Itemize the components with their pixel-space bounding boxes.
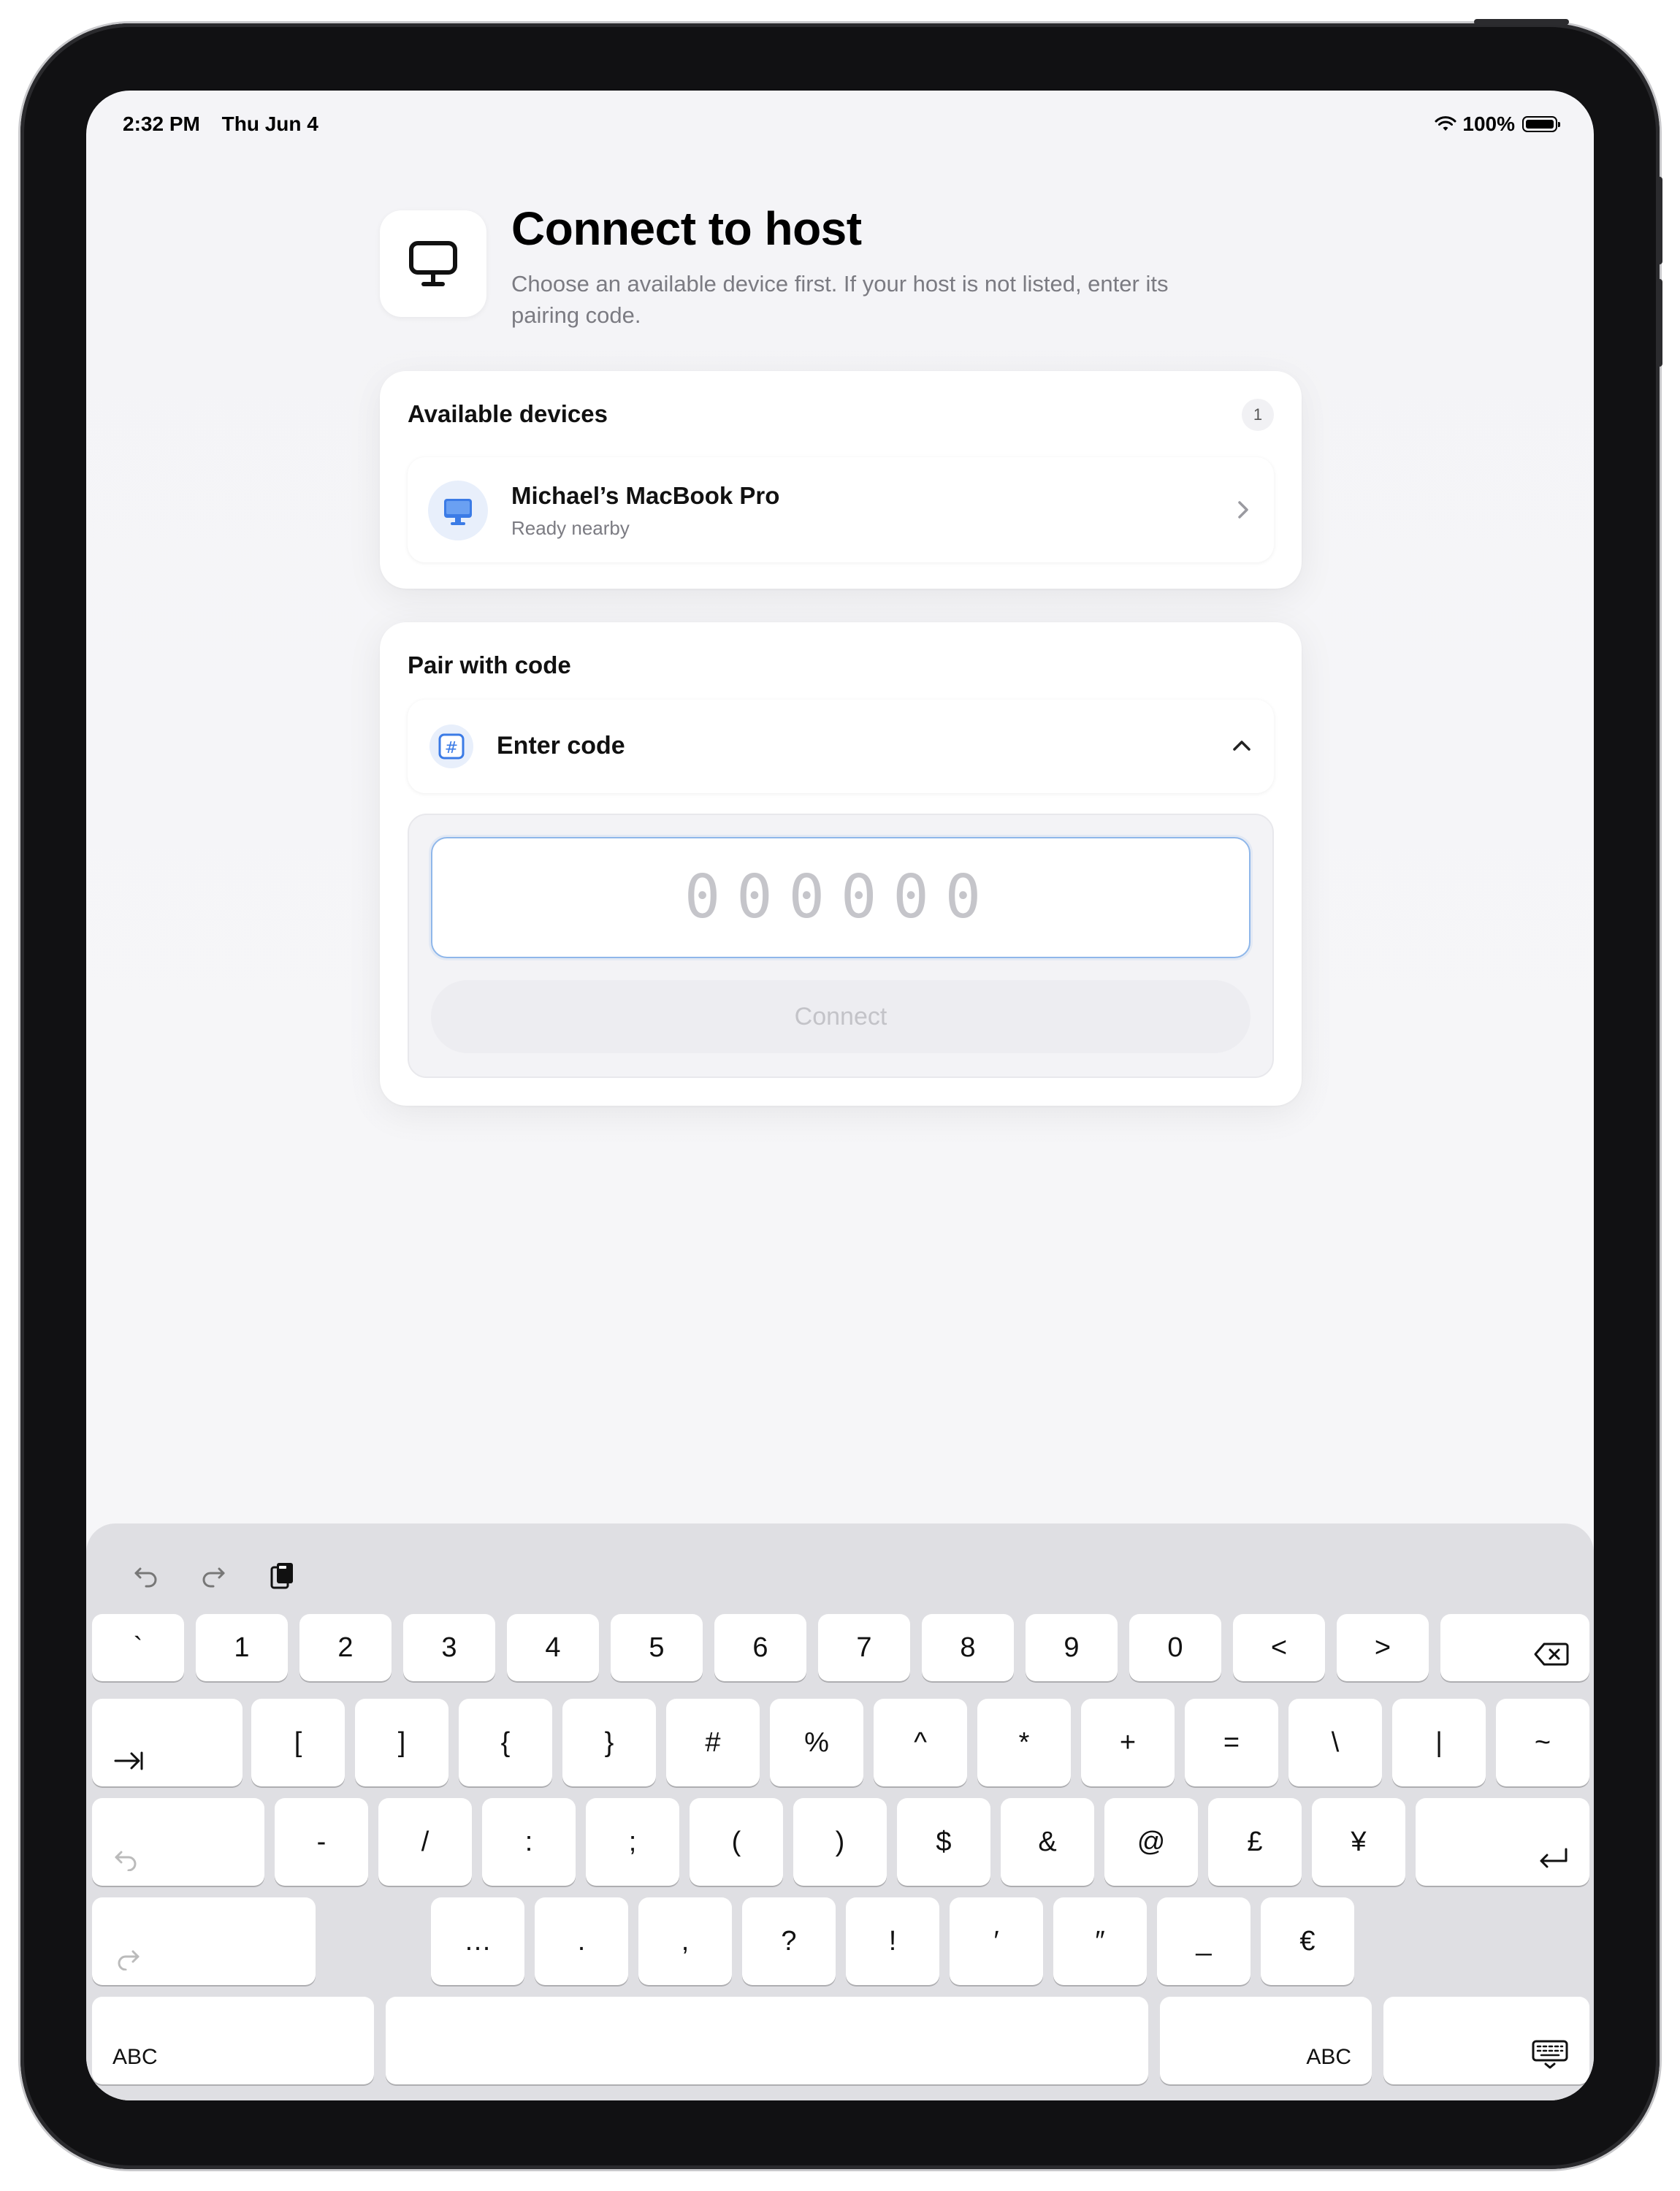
tab-icon: [114, 1751, 143, 1770]
key-6[interactable]: 6: [714, 1614, 806, 1681]
key-asterisk[interactable]: *: [977, 1699, 1071, 1786]
key-close-bracket[interactable]: ]: [355, 1699, 448, 1786]
connect-button[interactable]: Connect: [431, 980, 1251, 1053]
undo-key-icon: [115, 1851, 137, 1871]
undo-icon[interactable]: [130, 1559, 162, 1591]
key-9[interactable]: 9: [1026, 1614, 1118, 1681]
key-close-brace[interactable]: }: [562, 1699, 656, 1786]
key-ellipsis[interactable]: …: [431, 1897, 524, 1985]
volume-down-button: [1657, 279, 1662, 367]
key-0[interactable]: 0: [1129, 1614, 1221, 1681]
key-semicolon[interactable]: ;: [586, 1798, 679, 1886]
key-percent[interactable]: %: [770, 1699, 863, 1786]
keyboard-dismiss-icon: [1532, 2040, 1568, 2069]
abc-key-right[interactable]: ABC: [1160, 1997, 1372, 2084]
key-close-paren[interactable]: ): [793, 1798, 887, 1886]
backspace-icon: [1534, 1643, 1569, 1666]
key-dollar[interactable]: $: [897, 1798, 990, 1886]
key-exclamation[interactable]: !: [846, 1897, 939, 1985]
key-underscore[interactable]: _: [1157, 1897, 1251, 1985]
key-plus[interactable]: +: [1081, 1699, 1175, 1786]
redo-key-icon: [118, 1950, 140, 1970]
key-ampersand[interactable]: &: [1001, 1798, 1094, 1886]
key-open-bracket[interactable]: [: [251, 1699, 345, 1786]
keyboard-toolbar: [130, 1553, 297, 1597]
battery-percent: 100%: [1462, 112, 1515, 135]
key-pound[interactable]: £: [1208, 1798, 1302, 1886]
abc-key-left[interactable]: ABC: [92, 1997, 374, 2084]
key-euro[interactable]: €: [1261, 1897, 1354, 1985]
enter-code-toggle[interactable]: # Enter code: [408, 700, 1274, 793]
return-icon: [1540, 1848, 1568, 1868]
key-2[interactable]: 2: [299, 1614, 392, 1681]
wifi-icon: [1435, 116, 1456, 131]
screen: 2:32 PM Thu Jun 4 100% Connect to host C…: [86, 91, 1594, 2100]
desktop-icon: [428, 481, 488, 540]
monitor-icon: [380, 210, 486, 317]
key-4[interactable]: 4: [507, 1614, 599, 1681]
paste-icon[interactable]: [264, 1559, 297, 1591]
tab-key[interactable]: [92, 1699, 243, 1786]
pairing-code-input[interactable]: 000000: [431, 837, 1251, 958]
key-yen[interactable]: ¥: [1312, 1798, 1405, 1886]
device-name: Michael’s MacBook Pro: [511, 482, 780, 509]
key-at[interactable]: @: [1104, 1798, 1198, 1886]
volume-up-button: [1657, 177, 1662, 264]
key-pipe[interactable]: |: [1392, 1699, 1486, 1786]
device-status: Ready nearby: [511, 517, 630, 539]
page-subtitle: Choose an available device first. If you…: [511, 271, 1169, 328]
svg-text:#: #: [445, 739, 458, 757]
key-less-than[interactable]: <: [1233, 1614, 1325, 1681]
available-devices-card: Available devices 1 Michael’s MacBook Pr…: [380, 371, 1302, 589]
key-7[interactable]: 7: [818, 1614, 910, 1681]
status-date: Thu Jun 4: [221, 112, 318, 135]
key-open-paren[interactable]: (: [690, 1798, 783, 1886]
key-period[interactable]: .: [535, 1897, 628, 1985]
dismiss-keyboard-key[interactable]: [1383, 1997, 1589, 2084]
key-equals[interactable]: =: [1185, 1699, 1278, 1786]
key-open-brace[interactable]: {: [459, 1699, 552, 1786]
status-bar: 2:32 PM Thu Jun 4 100%: [123, 104, 1560, 140]
pair-with-code-card: Pair with code # Enter code 000000 Conne…: [380, 622, 1302, 1106]
key-3[interactable]: 3: [403, 1614, 495, 1681]
key-8[interactable]: 8: [922, 1614, 1014, 1681]
key-backslash[interactable]: \: [1288, 1699, 1382, 1786]
key-tilde[interactable]: ~: [1496, 1699, 1589, 1786]
chevron-up-icon: [1233, 741, 1251, 751]
key-1[interactable]: 1: [196, 1614, 288, 1681]
key-comma[interactable]: ,: [638, 1897, 732, 1985]
redo-key[interactable]: [92, 1897, 316, 1985]
key-greater-than[interactable]: >: [1337, 1614, 1429, 1681]
key-colon[interactable]: :: [482, 1798, 576, 1886]
delete-key[interactable]: [1440, 1614, 1589, 1681]
device-item-macbook[interactable]: Michael’s MacBook Pro Ready nearby: [408, 457, 1274, 562]
status-time: 2:32 PM: [123, 112, 200, 135]
enter-code-label: Enter code: [497, 732, 625, 760]
code-entry-panel: 000000 Connect: [408, 814, 1274, 1078]
key-prime[interactable]: ′: [950, 1897, 1043, 1985]
page-title: Connect to host: [511, 202, 862, 255]
return-key[interactable]: [1416, 1798, 1589, 1886]
key-double-prime[interactable]: ″: [1053, 1897, 1147, 1985]
battery-icon: [1522, 116, 1560, 132]
key-backtick[interactable]: `: [92, 1614, 184, 1681]
key-hash[interactable]: #: [666, 1699, 760, 1786]
key-slash[interactable]: /: [378, 1798, 472, 1886]
hash-icon: #: [429, 724, 473, 768]
pair-with-code-title: Pair with code: [408, 651, 571, 678]
space-key[interactable]: [386, 1997, 1148, 2084]
top-button: [1474, 19, 1569, 25]
redo-icon[interactable]: [197, 1559, 229, 1591]
device-count-badge: 1: [1242, 399, 1274, 431]
key-caret[interactable]: ^: [874, 1699, 967, 1786]
undo-key[interactable]: [92, 1798, 264, 1886]
key-question[interactable]: ?: [742, 1897, 836, 1985]
available-devices-title: Available devices: [408, 400, 608, 427]
key-hyphen[interactable]: -: [275, 1798, 368, 1886]
chevron-right-icon: [1238, 501, 1248, 519]
keyboard: ` 1 2 3 4 5 6 7 8 9 0 < > [] {} # % ^ …: [86, 1523, 1594, 2100]
key-5[interactable]: 5: [611, 1614, 703, 1681]
